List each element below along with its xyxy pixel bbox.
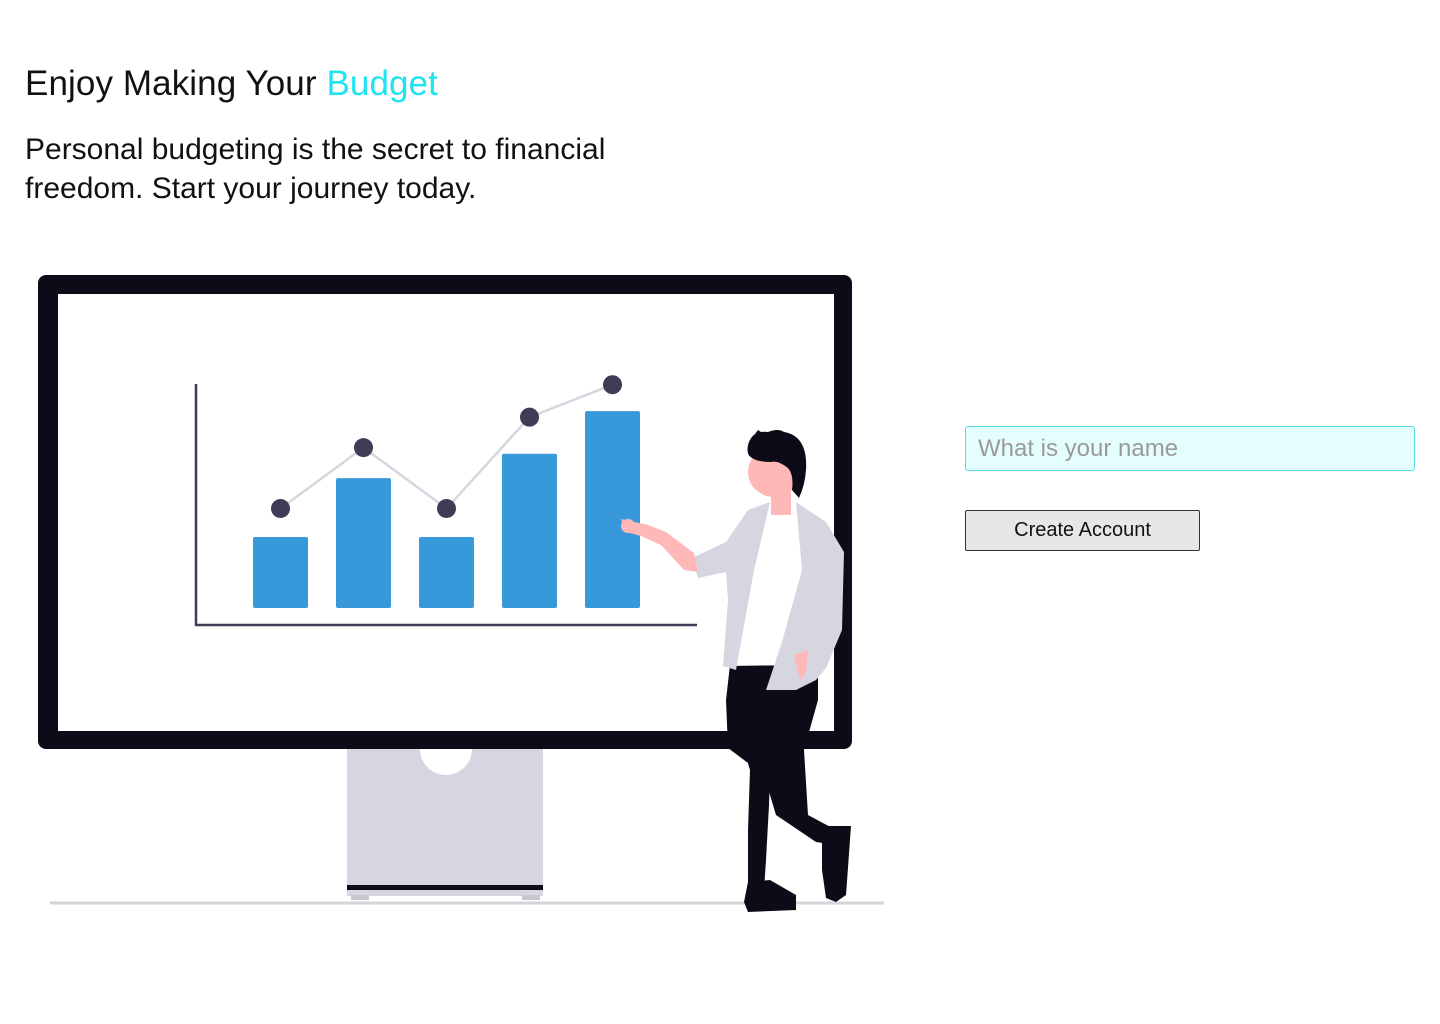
monitor-stand-base-line (347, 885, 543, 890)
chart-bar (585, 411, 640, 608)
stand-foot-right (522, 895, 540, 900)
chart-point (603, 375, 622, 395)
chart-bar (253, 536, 308, 608)
chart-bar (419, 536, 474, 608)
name-input[interactable] (965, 426, 1415, 471)
monitor-presentation-illustration (38, 275, 884, 912)
presenter-hand (621, 519, 635, 533)
title-accent: Budget (326, 64, 438, 103)
title-prefix: Enjoy Making Your (25, 64, 327, 103)
chart-bar (502, 453, 557, 608)
chart-point (271, 499, 290, 519)
chart-bar (336, 478, 391, 608)
page-subtitle: Personal budgeting is the secret to fina… (25, 133, 606, 205)
page-title: Enjoy Making Your Budget (25, 62, 438, 106)
presenter-front-shoe (822, 826, 851, 902)
chart-point (437, 499, 456, 519)
chart-point (520, 407, 539, 427)
stand-foot-left (351, 895, 369, 900)
chart-point (354, 438, 373, 458)
presenter-back-shoe (744, 880, 796, 912)
create-account-button[interactable]: Create Account (965, 510, 1200, 551)
